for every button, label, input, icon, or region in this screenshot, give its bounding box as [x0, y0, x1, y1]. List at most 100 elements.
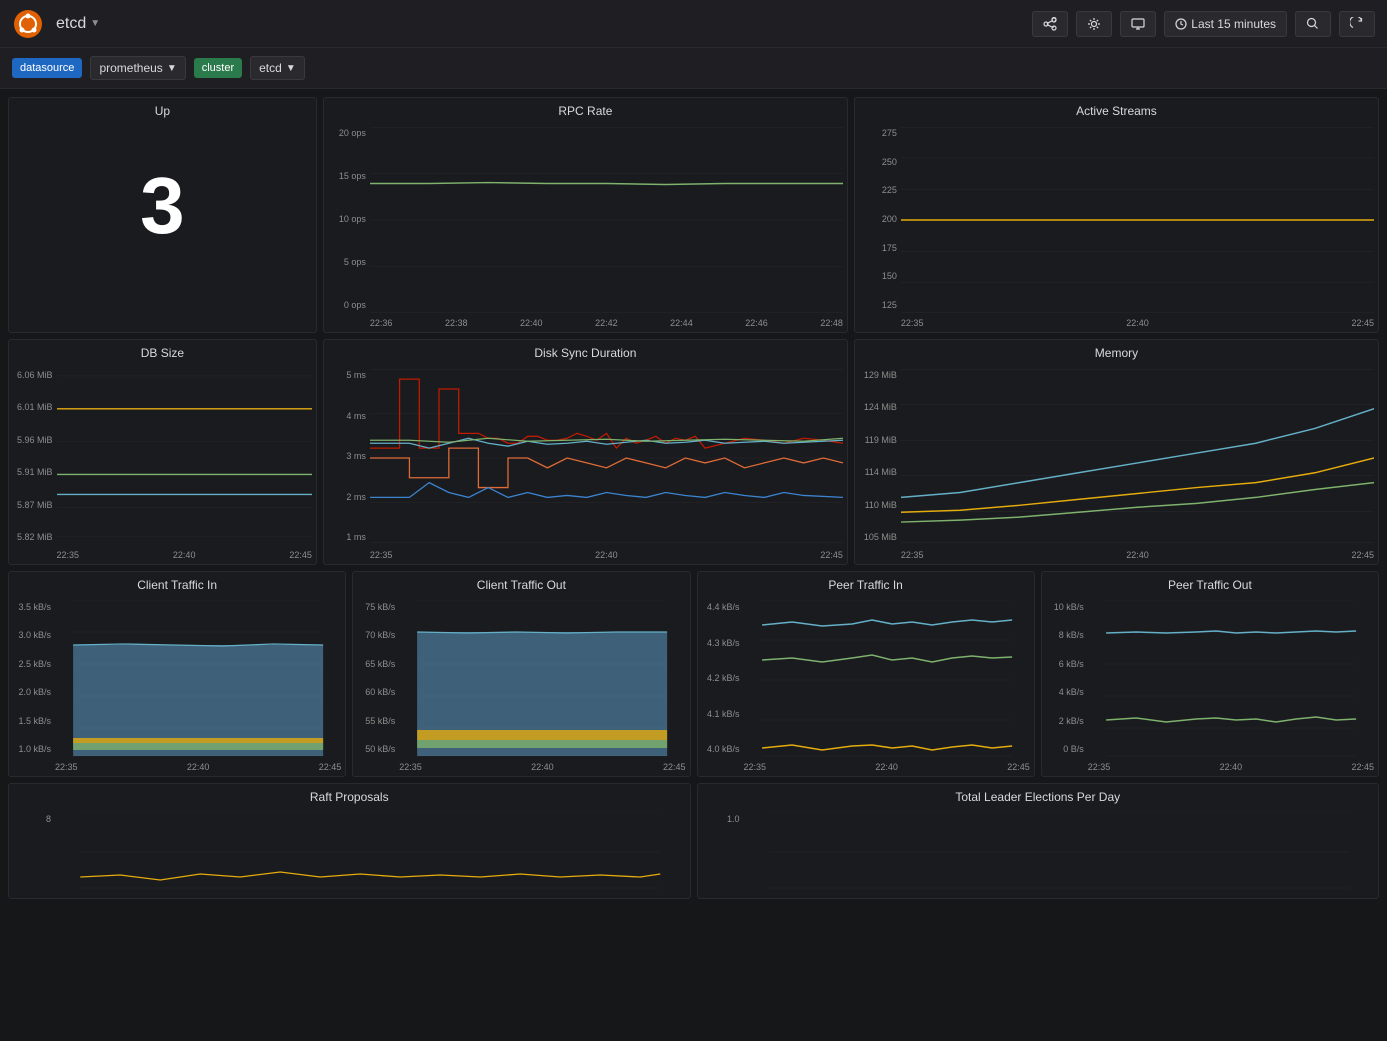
- raft-x-axis: [55, 892, 686, 894]
- peerin-chart-area: 22:35 22:40 22:45: [744, 600, 1030, 772]
- panel-clientin-title: Client Traffic In: [9, 572, 345, 596]
- disksync-chart: [370, 368, 843, 548]
- panel-active-streams: Active Streams 275 250 225 200 175 150 1…: [854, 97, 1379, 333]
- panel-rpc-body: 20 ops 15 ops 10 ops 5 ops 0 ops: [324, 122, 847, 332]
- clientout-chart: [399, 600, 685, 760]
- dashboard-title[interactable]: etcd ▼: [56, 15, 100, 33]
- peerin-y-axis: 4.4 kB/s 4.3 kB/s 4.2 kB/s 4.1 kB/s 4.0 …: [702, 600, 744, 772]
- raft-chart: [55, 812, 686, 892]
- clientin-y-axis: 3.5 kB/s 3.0 kB/s 2.5 kB/s 2.0 kB/s 1.5 …: [13, 600, 55, 772]
- elections-chart-area: [744, 812, 1375, 894]
- panel-raft-body: 8: [9, 808, 690, 898]
- panel-leader-elections: Total Leader Elections Per Day 1.0: [697, 783, 1380, 899]
- gear-icon: [1087, 17, 1101, 31]
- prometheus-select[interactable]: prometheus ▼: [90, 56, 185, 80]
- share-icon: [1043, 17, 1057, 31]
- panel-elections-body: 1.0: [698, 808, 1379, 898]
- dbsize-chart-area: 22:35 22:40 22:45: [57, 368, 312, 560]
- dashboard-row-2: DB Size 6.06 MiB 6.01 MiB 5.96 MiB 5.91 …: [8, 339, 1379, 565]
- peerout-y-axis: 10 kB/s 8 kB/s 6 kB/s 4 kB/s 2 kB/s 0 B/…: [1046, 600, 1088, 772]
- panel-client-out: Client Traffic Out 75 kB/s 70 kB/s 65 kB…: [352, 571, 690, 777]
- raft-chart-area: [55, 812, 686, 894]
- panel-peerin-body: 4.4 kB/s 4.3 kB/s 4.2 kB/s 4.1 kB/s 4.0 …: [698, 596, 1034, 776]
- panel-dbsize-title: DB Size: [9, 340, 316, 364]
- refresh-button[interactable]: [1339, 11, 1375, 37]
- panel-up-body: 3: [9, 122, 316, 290]
- search-button[interactable]: [1295, 11, 1331, 37]
- panel-up-title: Up: [9, 98, 316, 122]
- rpc-chart-area: 22:36 22:38 22:40 22:42 22:44 22:46 22:4…: [370, 126, 843, 328]
- memory-chart-area: 22:35 22:40 22:45: [901, 368, 1374, 560]
- panel-peerout-body: 10 kB/s 8 kB/s 6 kB/s 4 kB/s 2 kB/s 0 B/…: [1042, 596, 1378, 776]
- clientout-x-axis: 22:35 22:40 22:45: [399, 760, 685, 772]
- panel-client-in: Client Traffic In 3.5 kB/s 3.0 kB/s 2.5 …: [8, 571, 346, 777]
- etcd-select[interactable]: etcd ▼: [250, 56, 305, 80]
- topnav-actions: Last 15 minutes: [1032, 11, 1375, 37]
- panel-clientout-body: 75 kB/s 70 kB/s 65 kB/s 60 kB/s 55 kB/s …: [353, 596, 689, 776]
- panel-db-size: DB Size 6.06 MiB 6.01 MiB 5.96 MiB 5.91 …: [8, 339, 317, 565]
- streams-chart: [901, 126, 1374, 316]
- panel-raft-proposals: Raft Proposals 8: [8, 783, 691, 899]
- rpc-x-axis: 22:36 22:38 22:40 22:42 22:44 22:46 22:4…: [370, 316, 843, 328]
- timerange-button[interactable]: Last 15 minutes: [1164, 11, 1287, 37]
- clock-icon: [1175, 18, 1187, 30]
- panel-rpc-rate: RPC Rate 20 ops 15 ops 10 ops 5 ops 0 op…: [323, 97, 848, 333]
- clientout-y-axis: 75 kB/s 70 kB/s 65 kB/s 60 kB/s 55 kB/s …: [357, 600, 399, 772]
- share-button[interactable]: [1032, 11, 1068, 37]
- panel-dbsize-body: 6.06 MiB 6.01 MiB 5.96 MiB 5.91 MiB 5.87…: [9, 364, 316, 564]
- panel-peerin-title: Peer Traffic In: [698, 572, 1034, 596]
- panel-memory-title: Memory: [855, 340, 1378, 364]
- dashboard: Up 3 RPC Rate 20 ops 15 ops 10 ops 5 ops…: [0, 89, 1387, 907]
- panel-peer-out: Peer Traffic Out 10 kB/s 8 kB/s 6 kB/s 4…: [1041, 571, 1379, 777]
- dbsize-chart: [57, 368, 312, 548]
- up-value: 3: [13, 126, 312, 286]
- dbsize-y-axis: 6.06 MiB 6.01 MiB 5.96 MiB 5.91 MiB 5.87…: [13, 368, 57, 560]
- rpc-chart: [370, 126, 843, 316]
- panel-rpc-title: RPC Rate: [324, 98, 847, 122]
- disksync-x-axis: 22:35 22:40 22:45: [370, 548, 843, 560]
- clientin-x-axis: 22:35 22:40 22:45: [55, 760, 341, 772]
- dbsize-x-axis: 22:35 22:40 22:45: [57, 548, 312, 560]
- streams-chart-area: 22:35 22:40 22:45: [901, 126, 1374, 328]
- dashboard-row-3: Client Traffic In 3.5 kB/s 3.0 kB/s 2.5 …: [8, 571, 1379, 777]
- panel-disk-sync: Disk Sync Duration 5 ms 4 ms 3 ms 2 ms 1…: [323, 339, 848, 565]
- rpc-y-axis: 20 ops 15 ops 10 ops 5 ops 0 ops: [328, 126, 370, 328]
- clientin-chart: [55, 600, 341, 760]
- peerout-x-axis: 22:35 22:40 22:45: [1088, 760, 1374, 772]
- filterbar: datasource prometheus ▼ cluster etcd ▼: [0, 48, 1387, 89]
- panel-peerout-title: Peer Traffic Out: [1042, 572, 1378, 596]
- monitor-button[interactable]: [1120, 11, 1156, 37]
- streams-y-axis: 275 250 225 200 175 150 125: [859, 126, 901, 328]
- peerin-x-axis: 22:35 22:40 22:45: [744, 760, 1030, 772]
- memory-x-axis: 22:35 22:40 22:45: [901, 548, 1374, 560]
- topnav: etcd ▼ Last 15 minutes: [0, 0, 1387, 48]
- memory-chart: [901, 368, 1374, 548]
- search-icon: [1306, 17, 1320, 31]
- panel-raft-title: Raft Proposals: [9, 784, 690, 808]
- panel-disksync-title: Disk Sync Duration: [324, 340, 847, 364]
- panel-elections-title: Total Leader Elections Per Day: [698, 784, 1379, 808]
- elections-y-axis: 1.0: [702, 812, 744, 894]
- panel-memory-body: 129 MiB 124 MiB 119 MiB 114 MiB 110 MiB …: [855, 364, 1378, 564]
- elections-chart: [744, 812, 1375, 892]
- panel-disksync-body: 5 ms 4 ms 3 ms 2 ms 1 ms: [324, 364, 847, 564]
- panel-peer-in: Peer Traffic In 4.4 kB/s 4.3 kB/s 4.2 kB…: [697, 571, 1035, 777]
- disksync-chart-area: 22:35 22:40 22:45: [370, 368, 843, 560]
- disksync-y-axis: 5 ms 4 ms 3 ms 2 ms 1 ms: [328, 368, 370, 560]
- peerout-chart-area: 22:35 22:40 22:45: [1088, 600, 1374, 772]
- panel-clientin-body: 3.5 kB/s 3.0 kB/s 2.5 kB/s 2.0 kB/s 1.5 …: [9, 596, 345, 776]
- memory-y-axis: 129 MiB 124 MiB 119 MiB 114 MiB 110 MiB …: [859, 368, 901, 560]
- panel-up: Up 3: [8, 97, 317, 333]
- dashboard-row-4: Raft Proposals 8: [8, 783, 1379, 899]
- panel-streams-body: 275 250 225 200 175 150 125: [855, 122, 1378, 332]
- streams-x-axis: 22:35 22:40 22:45: [901, 316, 1374, 328]
- settings-button[interactable]: [1076, 11, 1112, 37]
- peerin-chart: [744, 600, 1030, 760]
- cluster-label: cluster: [194, 58, 242, 78]
- clientout-chart-area: 22:35 22:40 22:45: [399, 600, 685, 772]
- dashboard-row-1: Up 3 RPC Rate 20 ops 15 ops 10 ops 5 ops…: [8, 97, 1379, 333]
- clientin-chart-area: 22:35 22:40 22:45: [55, 600, 341, 772]
- elections-x-axis: [744, 892, 1375, 894]
- monitor-icon: [1131, 17, 1145, 31]
- datasource-label: datasource: [12, 58, 82, 78]
